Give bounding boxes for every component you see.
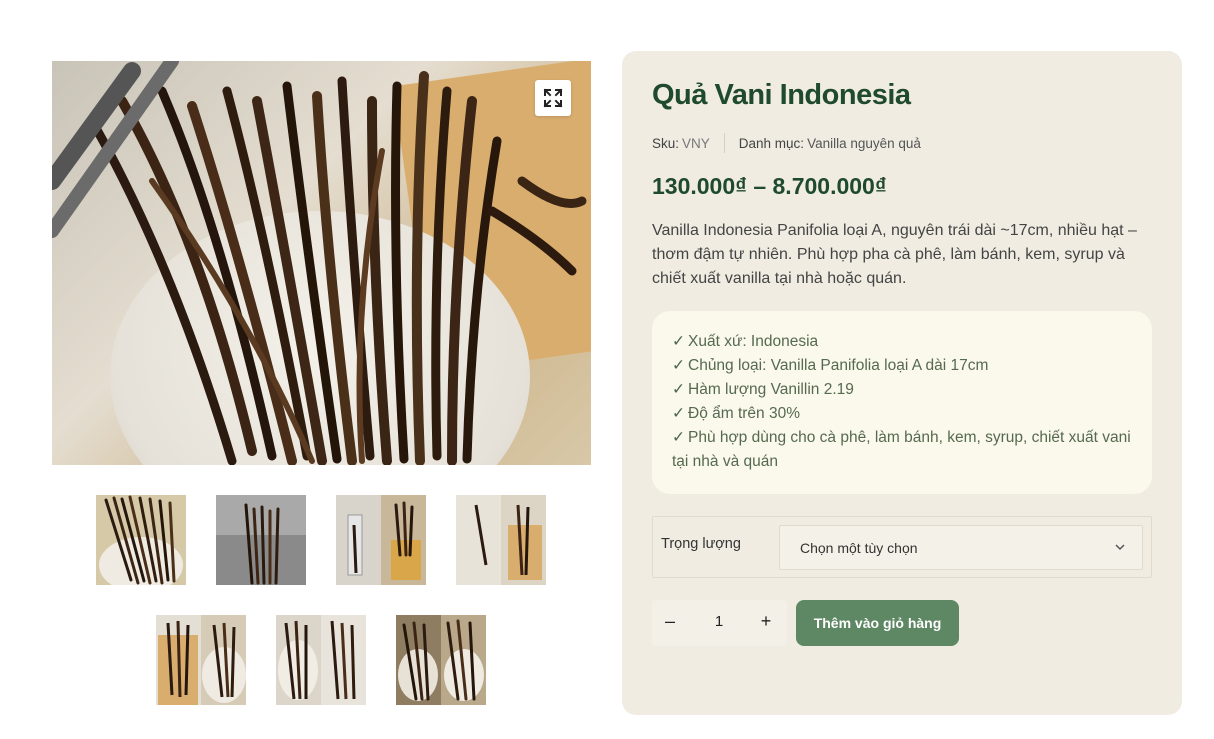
meta-divider [723, 133, 725, 153]
main-product-image[interactable] [52, 61, 591, 465]
increase-quantity-button[interactable]: + [751, 611, 781, 632]
thumbnail-6[interactable] [276, 615, 366, 705]
weight-select[interactable]: Chọn một tùy chọn [779, 525, 1143, 570]
vanilla-beans-illustration [52, 61, 587, 465]
product-summary-card: Quả Vani Indonesia Sku: VNY Danh mục: Va… [622, 51, 1182, 715]
check-icon: ✓ [672, 405, 685, 422]
thumbnail-7[interactable] [396, 615, 486, 705]
zoom-button[interactable] [535, 80, 571, 116]
feature-item: ✓ Phù hợp dùng cho cà phê, làm bánh, kem,… [672, 429, 1131, 470]
features-box: ✓ Xuất xứ: Indonesia ✓ Chủng loại: Vanilla… [652, 311, 1152, 494]
check-icon: ✓ [672, 381, 685, 398]
thumbnail-1[interactable] [96, 495, 186, 585]
quantity-stepper: – 1 + [652, 600, 787, 646]
feature-item: ✓ Hàm lượng Vanillin 2.19 [672, 381, 854, 398]
check-icon: ✓ [672, 357, 685, 374]
expand-icon [543, 88, 563, 108]
chevron-down-icon [1115, 544, 1125, 551]
product-price: 130.000₫ – 8.700.000₫ [652, 173, 887, 199]
product-meta: Sku: VNY Danh mục: Vanilla nguyên quả [652, 133, 921, 153]
variation-row: Trọng lượng Chọn một tùy chọn [652, 516, 1152, 578]
thumbnail-4[interactable] [456, 495, 546, 585]
check-icon: ✓ [672, 429, 685, 446]
category-label: Danh mục: [738, 135, 805, 151]
weight-select-value: Chọn một tùy chọn [800, 540, 918, 556]
product-description: Vanilla Indonesia Panifolia loại A, nguy… [652, 222, 1137, 287]
product-title: Quả Vani Indonesia [652, 79, 911, 111]
feature-item: ✓ Độ ẩm trên 30% [672, 405, 800, 422]
category-link[interactable]: Vanilla nguyên quả [807, 136, 921, 151]
feature-item: ✓ Xuất xứ: Indonesia [672, 333, 819, 350]
sku-value: VNY [682, 135, 710, 151]
sku-label: Sku: [652, 135, 680, 151]
thumbnail-3[interactable] [336, 495, 426, 585]
quantity-input[interactable]: 1 [704, 613, 734, 630]
weight-label: Trọng lượng [661, 536, 741, 552]
add-to-cart-button[interactable]: Thêm vào giỏ hàng [796, 600, 959, 646]
check-icon: ✓ [672, 333, 685, 350]
thumbnail-2[interactable] [216, 495, 306, 585]
feature-item: ✓ Chủng loại: Vanilla Panifolia loại A dà… [672, 357, 989, 374]
thumbnail-5[interactable] [156, 615, 246, 705]
decrease-quantity-button[interactable]: – [655, 611, 685, 632]
